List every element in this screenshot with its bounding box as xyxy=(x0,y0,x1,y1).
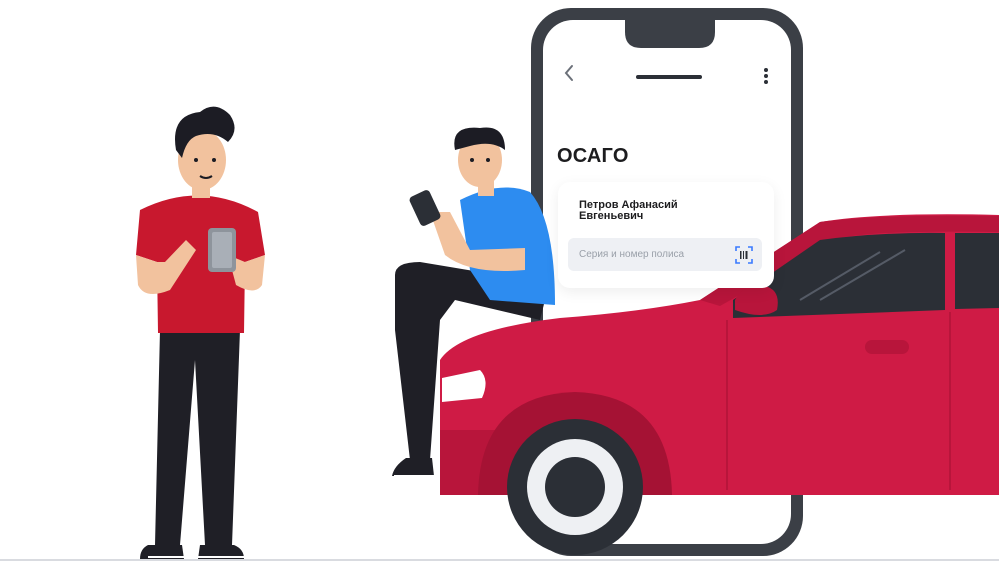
policy-number-input[interactable]: Серия и номер полиса xyxy=(568,238,762,271)
chevron-left-icon[interactable] xyxy=(562,63,576,83)
illustration-scene xyxy=(0,8,999,561)
page-title: ОСАГО xyxy=(557,145,629,167)
policy-card: Петров Афанасий Евгеньевич Серия и номер… xyxy=(558,182,774,288)
owner-name: Петров Афанасий Евгеньевич xyxy=(579,199,678,222)
drag-handle xyxy=(636,75,702,79)
man-standing xyxy=(136,106,265,559)
barcode-scan-icon[interactable] xyxy=(734,245,754,265)
more-vertical-icon[interactable] xyxy=(760,66,772,86)
policy-input-placeholder: Серия и номер полиса xyxy=(579,249,685,260)
